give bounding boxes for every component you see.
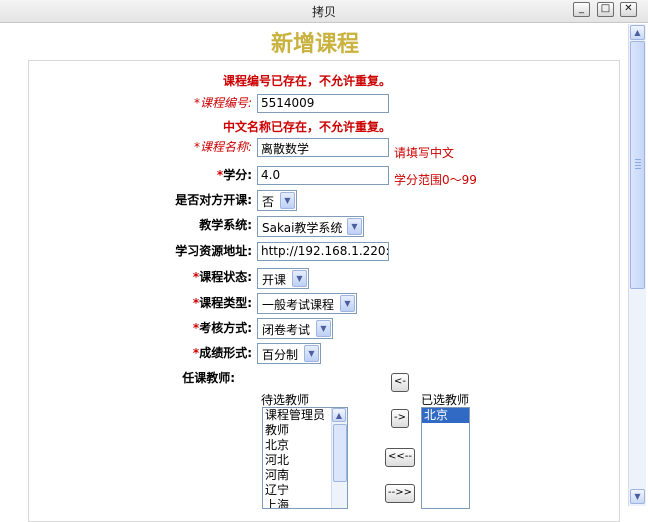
credits-input[interactable]: 4.0 bbox=[257, 166, 389, 185]
dropdown-arrow-icon[interactable]: ▼ bbox=[347, 218, 362, 235]
dropdown-arrow-icon[interactable]: ▼ bbox=[340, 295, 355, 312]
scroll-up-icon[interactable]: ▲ bbox=[332, 408, 346, 422]
resource-url-label: 学习资源地址: bbox=[175, 244, 252, 258]
page-title: 新增课程 bbox=[270, 31, 359, 57]
list-scrollbar-thumb[interactable] bbox=[333, 424, 347, 482]
open-to-external-select[interactable]: 否 ▼ bbox=[257, 190, 297, 211]
grading-label: *成绩形式: bbox=[192, 346, 252, 360]
course-name-input[interactable]: 离散数学 bbox=[257, 138, 389, 157]
course-code-error: 课程编号已存在，不允许重复。 bbox=[223, 74, 392, 88]
course-type-label: *课程类型: bbox=[192, 296, 252, 310]
course-name-label: *课程名称: bbox=[193, 140, 252, 154]
course-type-select[interactable]: 一般考试课程 ▼ bbox=[257, 293, 357, 314]
course-status-select[interactable]: 开课 ▼ bbox=[257, 268, 309, 289]
window-title: 拷贝 bbox=[311, 5, 336, 19]
course-code-label: *课程编号: bbox=[193, 96, 252, 110]
course-status-label: *课程状态: bbox=[192, 270, 252, 284]
selected-teachers-label: 已选教师 bbox=[421, 393, 470, 407]
minimize-button[interactable]: _ bbox=[573, 2, 590, 17]
course-code-input[interactable]: 5514009 bbox=[257, 94, 389, 113]
remove-one-button[interactable]: <- bbox=[391, 373, 409, 392]
course-name-hint: 请填写中文 bbox=[394, 146, 455, 160]
scroll-down-icon[interactable]: ▼ bbox=[630, 489, 645, 504]
chinese-name-error: 中文名称已存在，不允许重复。 bbox=[223, 120, 392, 134]
dropdown-arrow-icon[interactable]: ▼ bbox=[304, 345, 319, 362]
available-teachers-label: 待选教师 bbox=[261, 393, 310, 407]
dropdown-arrow-icon[interactable]: ▼ bbox=[280, 192, 295, 209]
add-all-button[interactable]: -->> bbox=[385, 484, 415, 503]
list-item[interactable]: 北京 bbox=[422, 408, 469, 423]
scroll-up-icon[interactable]: ▲ bbox=[630, 25, 645, 40]
teaching-system-label: 教学系统: bbox=[199, 218, 252, 232]
add-one-button[interactable]: -> bbox=[391, 409, 409, 428]
dropdown-arrow-icon[interactable]: ▼ bbox=[316, 320, 331, 337]
open-to-external-label: 是否对方开课: bbox=[175, 193, 252, 207]
grading-select[interactable]: 百分制 ▼ bbox=[257, 343, 321, 364]
page-scrollbar[interactable]: ▲ ▼ bbox=[628, 24, 646, 506]
available-teachers-list[interactable]: 课程管理员 教师 北京 河北 河南 辽宁 上海 ▲ bbox=[262, 407, 348, 509]
window-titlebar: 拷贝 _ □ ✕ bbox=[0, 0, 648, 23]
list-scrollbar[interactable]: ▲ bbox=[331, 408, 347, 508]
assessment-select[interactable]: 闭卷考试 ▼ bbox=[257, 318, 333, 339]
selected-teachers-list[interactable]: 北京 bbox=[421, 407, 470, 509]
teaching-system-select[interactable]: Sakai教学系统 ▼ bbox=[257, 216, 364, 237]
credits-hint: 学分范围0～99 bbox=[394, 173, 477, 187]
dropdown-arrow-icon[interactable]: ▼ bbox=[292, 270, 307, 287]
scrollbar-thumb[interactable] bbox=[630, 41, 645, 289]
assessment-label: *考核方式: bbox=[192, 321, 252, 335]
restore-button[interactable]: □ bbox=[597, 2, 614, 17]
credits-label: *学分: bbox=[216, 168, 252, 182]
close-button[interactable]: ✕ bbox=[620, 2, 637, 17]
teachers-label: 任课教师: bbox=[182, 371, 235, 385]
remove-all-button[interactable]: <<-- bbox=[385, 448, 415, 467]
resource-url-input[interactable]: http://192.168.1.220:808 bbox=[257, 242, 389, 261]
